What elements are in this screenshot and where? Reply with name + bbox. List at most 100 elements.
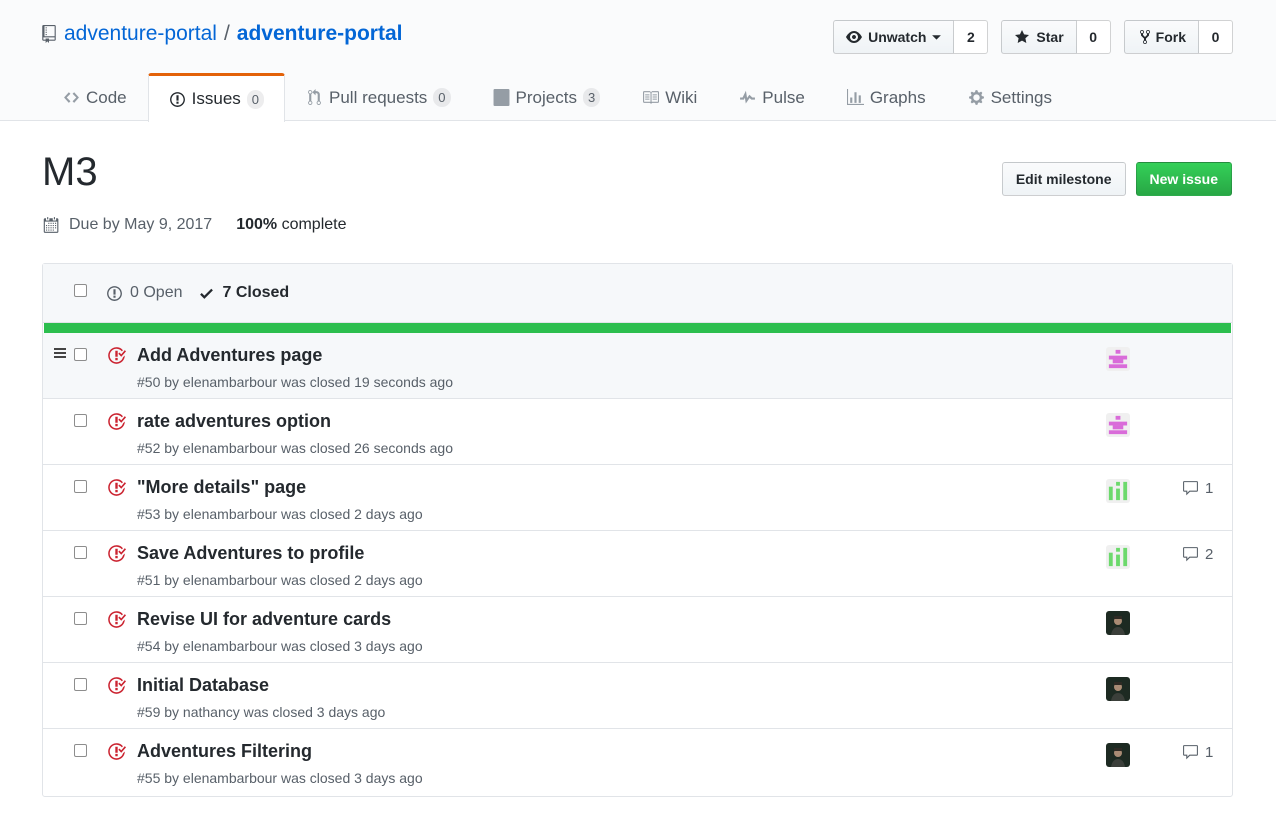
new-issue-button[interactable]: New issue	[1135, 162, 1232, 196]
issue-checkbox[interactable]	[74, 414, 87, 427]
repo-owner-link[interactable]: adventure-portal	[64, 22, 217, 46]
milestone-percent: 100%	[236, 216, 278, 233]
identicon-pink-icon	[1106, 347, 1130, 371]
assignee-avatar[interactable]	[1106, 413, 1130, 437]
gear-icon	[968, 90, 984, 105]
fork-button[interactable]: Fork	[1123, 20, 1199, 54]
tab-pull-requests[interactable]: Pull requests 0	[285, 73, 472, 121]
issue-row[interactable]: Adventures Filtering #55 by elenambarbou…	[43, 729, 1232, 795]
issue-closed-icon	[108, 677, 126, 694]
issue-closed-icon	[108, 545, 126, 562]
tab-settings[interactable]: Settings	[947, 73, 1073, 121]
issue-checkbox[interactable]	[74, 480, 87, 493]
assignee-avatar[interactable]	[1106, 743, 1130, 767]
comments-link[interactable]: 2	[1181, 546, 1213, 563]
drag-handle-icon[interactable]	[54, 348, 66, 358]
issue-meta: #53 by elenambarbour was closed 2 days a…	[137, 506, 423, 522]
select-all-checkbox[interactable]	[74, 284, 87, 297]
issue-row[interactable]: Initial Database #59 by nathancy was clo…	[43, 663, 1232, 729]
issue-meta: #50 by elenambarbour was closed 19 secon…	[137, 374, 453, 390]
identicon-pink-icon	[1106, 413, 1130, 437]
tab-code-label: Code	[86, 87, 127, 107]
tab-code[interactable]: Code	[42, 73, 148, 121]
issue-title-link[interactable]: rate adventures option	[137, 411, 331, 432]
star-label: Star	[1036, 29, 1064, 45]
tab-projects-label: Projects	[515, 87, 577, 107]
fork-label: Fork	[1155, 29, 1186, 45]
issue-row[interactable]: "More details" page #53 by elenambarbour…	[43, 465, 1232, 531]
calendar-icon	[43, 217, 59, 233]
edit-milestone-button[interactable]: Edit milestone	[1001, 162, 1126, 196]
issue-row[interactable]: Add Adventures page #50 by elenambarbour…	[43, 333, 1232, 399]
repo-title: adventure-portal / adventure-portal	[42, 22, 402, 46]
tab-projects[interactable]: Projects 3	[472, 73, 622, 121]
milestone-meta: Due by May 9, 2017 100% complete	[42, 216, 347, 234]
check-icon	[200, 288, 214, 299]
tab-issues[interactable]: Issues 0	[147, 73, 286, 122]
issue-checkbox[interactable]	[74, 612, 87, 625]
milestone-progress-text: 100% complete	[236, 216, 346, 234]
repo-nav: Code Issues 0 Pull requests 0 Projects 3…	[42, 73, 1073, 122]
assignee-avatar[interactable]	[1106, 677, 1130, 701]
issue-checkbox[interactable]	[74, 678, 87, 691]
issue-row[interactable]: rate adventures option #52 by elenambarb…	[43, 399, 1232, 465]
fork-group: Fork 0	[1123, 20, 1233, 54]
milestone-actions: Edit milestone New issue	[1001, 162, 1232, 196]
milestone-title: M3	[42, 150, 98, 194]
issue-closed-icon	[108, 611, 126, 628]
issue-title-link[interactable]: Revise UI for adventure cards	[137, 609, 391, 630]
pulse-icon	[740, 90, 756, 104]
star-group: Star 0	[1001, 20, 1111, 54]
tab-pulse[interactable]: Pulse	[718, 73, 826, 121]
issue-title-link[interactable]: Initial Database	[137, 675, 269, 696]
tab-pull-requests-label: Pull requests	[329, 87, 428, 107]
tab-graphs[interactable]: Graphs	[826, 73, 947, 121]
issue-closed-icon	[108, 413, 126, 430]
closed-issues-label: 7 Closed	[222, 284, 290, 301]
project-icon	[493, 89, 509, 106]
open-issues-filter[interactable]: 0 Open	[106, 284, 182, 302]
issue-title-link[interactable]: Save Adventures to profile	[137, 543, 364, 564]
issue-meta: #51 by elenambarbour was closed 2 days a…	[137, 572, 423, 588]
graph-icon	[846, 89, 864, 105]
watch-group: Unwatch 2	[833, 20, 989, 54]
issue-row[interactable]: Save Adventures to profile #51 by elenam…	[43, 531, 1232, 597]
assignee-avatar[interactable]	[1106, 347, 1130, 371]
caret-down-icon	[932, 35, 942, 40]
tab-wiki[interactable]: Wiki	[621, 73, 718, 121]
repo-header: adventure-portal / adventure-portal Unwa…	[0, 0, 1276, 122]
user-photo-icon	[1106, 743, 1130, 767]
issue-row[interactable]: Revise UI for adventure cards #54 by ele…	[43, 597, 1232, 663]
comments-link[interactable]: 1	[1181, 744, 1213, 761]
eye-icon	[846, 31, 863, 43]
git-pull-request-icon	[308, 89, 321, 105]
issue-title-link[interactable]: Add Adventures page	[137, 345, 322, 366]
issue-closed-icon	[108, 743, 126, 760]
assignee-avatar[interactable]	[1106, 545, 1130, 569]
tab-graphs-label: Graphs	[869, 87, 926, 107]
comment-icon	[1183, 745, 1198, 760]
fork-count[interactable]: 0	[1199, 20, 1233, 54]
issue-opened-icon	[107, 285, 122, 301]
user-photo-icon	[1106, 611, 1130, 635]
repo-name-link[interactable]: adventure-portal	[237, 22, 403, 46]
tab-pulse-label: Pulse	[762, 87, 805, 107]
watch-count[interactable]: 2	[954, 20, 989, 54]
star-button[interactable]: Star	[1001, 20, 1077, 54]
comments-link[interactable]: 1	[1181, 480, 1213, 497]
issue-title-link[interactable]: "More details" page	[137, 477, 306, 498]
issue-checkbox[interactable]	[74, 744, 87, 757]
closed-issues-filter[interactable]: 7 Closed	[198, 284, 289, 302]
issue-checkbox[interactable]	[74, 546, 87, 559]
issues-counter: 0	[246, 89, 265, 109]
pulls-counter: 0	[433, 88, 451, 107]
unwatch-label: Unwatch	[868, 29, 927, 45]
assignee-avatar[interactable]	[1106, 611, 1130, 635]
assignee-avatar[interactable]	[1106, 479, 1130, 503]
issue-title-link[interactable]: Adventures Filtering	[137, 741, 312, 762]
comment-icon	[1183, 481, 1198, 496]
star-count[interactable]: 0	[1076, 20, 1111, 54]
issue-checkbox[interactable]	[74, 348, 87, 361]
unwatch-button[interactable]: Unwatch	[833, 20, 955, 54]
issue-meta: #52 by elenambarbour was closed 26 secon…	[137, 440, 453, 456]
